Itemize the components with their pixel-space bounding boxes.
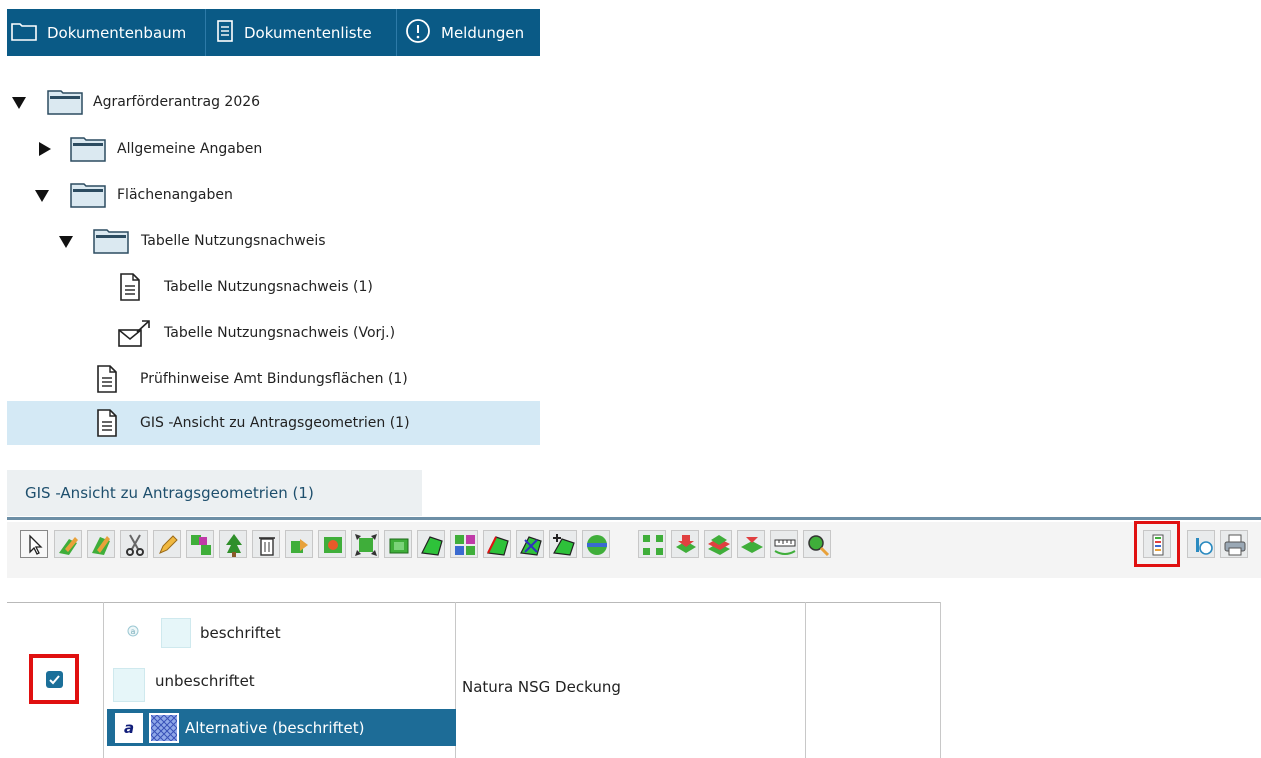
column-divider [805, 602, 806, 758]
tab-dokumentenliste[interactable]: Dokumentenliste [205, 9, 396, 56]
envelope-send-icon [117, 319, 153, 353]
polygon-cross-icon[interactable] [516, 530, 544, 558]
zoom-extent-icon[interactable] [638, 530, 666, 558]
buffer-icon[interactable] [384, 530, 412, 558]
table-top-border [7, 602, 941, 603]
legend-labeled: a beschriftet [125, 618, 281, 648]
tree-node-check-hints[interactable]: Prüfhinweise Amt Bindungsflächen (1) [7, 357, 540, 401]
collapse-arrow-icon[interactable] [35, 190, 49, 202]
alert-circle-icon [405, 18, 431, 48]
collapse-arrow-icon[interactable] [59, 236, 73, 248]
tree-node-root[interactable]: Agrarförderantrag 2026 [7, 80, 540, 124]
folder-icon [11, 21, 37, 45]
polygon-add-icon[interactable] [549, 530, 577, 558]
document-icon [119, 273, 141, 305]
select-pointer-icon[interactable] [20, 530, 48, 558]
document-list-icon [216, 19, 234, 46]
tree-node-general[interactable]: Allgemeine Angaben [7, 127, 540, 171]
legend-label: beschriftet [200, 624, 281, 642]
folder-icon [47, 89, 83, 119]
legend-label: Alternative (beschriftet) [185, 718, 365, 737]
tab-label: Dokumentenbaum [47, 23, 187, 42]
move-icon[interactable] [285, 530, 313, 558]
label-marker-icon: a [125, 623, 145, 643]
multi-select-icon[interactable] [450, 530, 478, 558]
gis-toolbar [7, 521, 1261, 578]
globe-icon[interactable] [582, 530, 610, 558]
column-divider [940, 602, 941, 758]
polygon-red-icon[interactable] [483, 530, 511, 558]
column-divider [103, 602, 104, 758]
delete-icon[interactable] [252, 530, 280, 558]
tree-node-usage-table-prev[interactable]: Tabelle Nutzungsnachweis (Vorj.) [7, 311, 540, 355]
tree-node-areas[interactable]: Flächenangaben [7, 173, 540, 217]
split-icon[interactable] [318, 530, 346, 558]
layer-down-icon[interactable] [671, 530, 699, 558]
panel-title-text: GIS -Ansicht zu Antragsgeometrien (1) [25, 484, 314, 502]
tab-label: Dokumentenliste [244, 23, 372, 42]
tree-node-label: Tabelle Nutzungsnachweis (1) [164, 279, 373, 295]
panel-title: GIS -Ansicht zu Antragsgeometrien (1) [7, 470, 422, 516]
highlight-box [29, 654, 79, 704]
folder-icon [93, 228, 129, 258]
tree-node-label: Agrarförderantrag 2026 [93, 94, 261, 110]
polygon-icon[interactable] [417, 530, 445, 558]
merge-icon[interactable] [186, 530, 214, 558]
tab-dokumentenbaum[interactable]: Dokumentenbaum [7, 9, 205, 56]
tree-node-label: Tabelle Nutzungsnachweis [141, 233, 326, 249]
legend-alternative[interactable]: a Alternative (beschriftet) [107, 709, 456, 746]
document-icon [96, 409, 118, 441]
pencil-icon[interactable] [153, 530, 181, 558]
layer-flat-icon[interactable] [737, 530, 765, 558]
panel-divider [7, 517, 1261, 520]
measure-icon[interactable] [770, 530, 798, 558]
expand-nodes-icon[interactable] [351, 530, 379, 558]
cut-icon[interactable] [120, 530, 148, 558]
edit-geometry-icon[interactable] [54, 530, 82, 558]
tab-label: Meldungen [441, 23, 525, 42]
tree-node-label: Tabelle Nutzungsnachweis (Vorj.) [164, 325, 396, 341]
tree-node-gis-view[interactable]: GIS -Ansicht zu Antragsgeometrien (1) [7, 401, 540, 445]
layers-icon[interactable] [704, 530, 732, 558]
layer-table: a beschriftet unbeschriftet a Alternativ… [7, 602, 941, 758]
tree-node-label: GIS -Ansicht zu Antragsgeometrien (1) [140, 415, 410, 431]
alt-label-marker: a [115, 712, 143, 743]
layer-name: Natura NSG Deckung [462, 678, 621, 696]
edit-geometry-alt-icon[interactable] [87, 530, 115, 558]
document-icon [96, 365, 118, 397]
svg-text:a: a [131, 627, 136, 636]
tree-node-label: Flächenangaben [117, 187, 233, 203]
tree-node-label: Allgemeine Angaben [117, 141, 263, 157]
tab-meldungen[interactable]: Meldungen [396, 9, 540, 56]
expand-arrow-icon[interactable] [39, 142, 51, 156]
info-icon[interactable] [1187, 530, 1215, 558]
search-map-icon[interactable] [803, 530, 831, 558]
collapse-arrow-icon[interactable] [12, 97, 26, 109]
tree-node-label: Prüfhinweise Amt Bindungsflächen (1) [140, 371, 408, 387]
top-tab-bar: Dokumentenbaum Dokumentenliste Meldungen [7, 9, 540, 56]
tree-node-usage-table[interactable]: Tabelle Nutzungsnachweis [7, 219, 540, 263]
legend-label: unbeschriftet [155, 672, 255, 690]
legend-unlabeled: unbeschriftet [113, 668, 255, 702]
folder-icon [70, 136, 106, 166]
tree-node-usage-table-1[interactable]: Tabelle Nutzungsnachweis (1) [7, 265, 540, 309]
legend-swatch [161, 618, 191, 648]
tree-icon[interactable] [219, 530, 247, 558]
layer-visibility-checkbox[interactable] [46, 671, 63, 688]
legend-swatch [113, 668, 145, 702]
folder-icon [70, 182, 106, 212]
layer-list-icon[interactable] [1134, 521, 1180, 567]
print-icon[interactable] [1220, 530, 1248, 558]
hatch-pattern-swatch [149, 712, 179, 743]
